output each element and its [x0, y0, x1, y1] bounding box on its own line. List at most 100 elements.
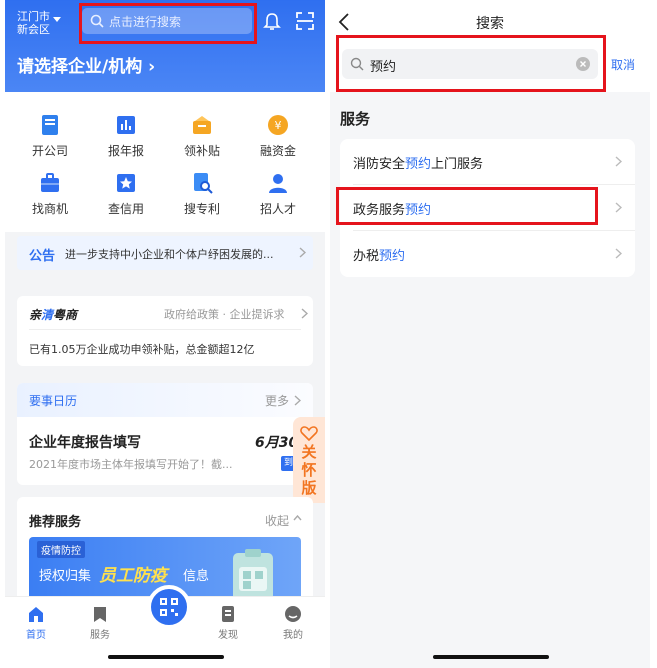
qr-code-icon: [160, 598, 178, 616]
more-link[interactable]: 更多: [265, 392, 289, 409]
tab-label: 首页: [26, 630, 46, 641]
grid-item-label: 搜专利: [183, 202, 220, 216]
title-part: 亲: [29, 308, 42, 322]
announcement-tag: 公告: [29, 249, 56, 264]
cancel-button[interactable]: 取消: [611, 56, 635, 73]
scan-code-button[interactable]: [147, 585, 191, 629]
result-text: 办税: [353, 249, 380, 264]
title-part: 清: [41, 308, 54, 322]
tab-label: 服务: [90, 630, 110, 641]
location-city[interactable]: 江门市: [17, 10, 50, 23]
result-keyword: 预约: [405, 157, 432, 172]
calendar-header: 要事日历 更多: [17, 383, 313, 417]
grid-item-label: 融资金: [259, 144, 296, 158]
grid-item-label: 报年报: [107, 144, 144, 158]
location-district[interactable]: 新会区: [17, 23, 50, 36]
annotation-highlight-box: [79, 3, 257, 44]
open-company-icon: [39, 114, 61, 136]
care-mode-label: 关怀版: [301, 443, 317, 497]
talent-icon: [267, 172, 289, 194]
result-item[interactable]: 办税预约: [340, 231, 635, 277]
tab-label: 发现: [218, 630, 238, 641]
home-indicator: [108, 655, 224, 659]
result-item[interactable]: 消防安全预约上门服务: [340, 139, 635, 185]
discover-icon: [219, 605, 237, 623]
result-title: 消防安全预约上门服务: [353, 153, 483, 172]
care-mode-button[interactable]: 关怀版: [293, 417, 325, 503]
banner-tag: 疫情防控: [37, 541, 85, 558]
svg-text:¥: ¥: [275, 119, 282, 132]
tab-service[interactable]: 服务: [80, 605, 120, 641]
banner-text: 授权归集: [39, 569, 92, 584]
banner-highlight: 员工防疫: [99, 566, 167, 586]
home-header: 江门市 新会区 点击进行搜索 请选择企业/机构 ›: [5, 0, 325, 92]
chevron-right-icon: [294, 395, 301, 406]
credit-icon: [115, 172, 137, 194]
chevron-right-icon: [615, 156, 622, 167]
quick-service-grid: 开公司 报年报 领补贴 ¥ 融资金 找商机 查信用 搜专利 招人才: [5, 92, 325, 232]
grid-item-finance[interactable]: ¥ 融资金: [243, 114, 313, 159]
annual-report-icon: [115, 114, 137, 136]
chevron-up-icon: [293, 515, 302, 521]
patent-icon: [191, 172, 213, 194]
card-subtitle: 政府给政策 · 企业提诉求: [164, 308, 285, 321]
search-header: 搜索 预约 取消: [330, 0, 650, 92]
calendar-item-desc: 2021年度市场主体年报填写开始了！截...: [29, 458, 233, 471]
tab-discover[interactable]: 发现: [208, 605, 248, 641]
grid-item-talent[interactable]: 招人才: [243, 172, 313, 217]
result-text: 消防安全: [353, 157, 406, 172]
tab-home[interactable]: 首页: [16, 605, 56, 641]
page-title: 搜索: [476, 16, 504, 32]
annotation-highlight-box: [336, 187, 598, 225]
caret-down-icon[interactable]: [53, 17, 61, 23]
announcement-text: 进一步支持中小企业和个体户纾困发展的...: [65, 248, 274, 261]
collapse-toggle[interactable]: 收起: [265, 512, 289, 529]
choose-organization-link[interactable]: 请选择企业/机构 ›: [17, 52, 155, 77]
calendar-card: 要事日历 更多 企业年度报告填写 6月30日 2021年度市场主体年报填写开始了…: [17, 383, 313, 485]
chevron-right-icon: [615, 248, 622, 259]
grid-item-open-company[interactable]: 开公司: [15, 114, 85, 159]
calendar-item-title[interactable]: 企业年度报告填写: [29, 432, 141, 452]
recommend-title: 推荐服务: [29, 515, 82, 530]
grid-item-patent[interactable]: 搜专利: [167, 172, 237, 217]
chevron-right-icon: [299, 247, 306, 258]
chevron-right-icon: [301, 308, 308, 319]
profile-icon: [284, 605, 302, 623]
card-body: 已有1.05万企业成功申领补贴，总金额超12亿: [29, 343, 255, 356]
grid-item-credit[interactable]: 查信用: [91, 172, 161, 217]
result-text: 上门服务: [431, 157, 484, 172]
tab-label: 我的: [283, 630, 303, 641]
card-title: 亲清粤商: [29, 306, 77, 323]
grid-item-label: 查信用: [107, 202, 144, 216]
section-title: 服务: [340, 110, 371, 128]
business-icon: [39, 172, 61, 194]
home-indicator: [433, 655, 549, 659]
grid-item-label: 招人才: [259, 202, 296, 216]
calendar-title: 要事日历: [29, 394, 78, 408]
grid-item-label: 找商机: [31, 202, 68, 216]
tab-profile[interactable]: 我的: [273, 605, 313, 641]
grid-item-annual-report[interactable]: 报年报: [91, 114, 161, 159]
back-arrow-icon[interactable]: [338, 13, 350, 31]
divider: [29, 329, 301, 330]
home-icon: [27, 605, 45, 623]
bell-icon[interactable]: [263, 12, 281, 32]
home-screen: 江门市 新会区 点击进行搜索 请选择企业/机构 › 开公司 报年报 领补贴 ¥ …: [5, 0, 325, 668]
result-keyword: 预约: [379, 249, 406, 264]
chevron-right-icon: [615, 202, 622, 213]
qinqing-yueshang-card[interactable]: 亲清粤商 政府给政策 · 企业提诉求 已有1.05万企业成功申领补贴，总金额超1…: [17, 296, 313, 366]
search-screen: 搜索 预约 取消 服务 消防安全预约上门服务 政务服务预约 办税预约: [330, 0, 650, 668]
grid-item-label: 开公司: [31, 144, 68, 158]
result-title: 办税预约: [353, 245, 405, 264]
banner-text: 信息: [183, 569, 210, 584]
grid-item-label: 领补贴: [183, 144, 220, 158]
scan-icon[interactable]: [296, 12, 314, 30]
grid-item-business[interactable]: 找商机: [15, 172, 85, 217]
subsidy-icon: [191, 114, 213, 136]
title-part: 粤商: [53, 308, 78, 322]
annotation-highlight-box: [336, 35, 606, 92]
announcement-bar[interactable]: 公告 进一步支持中小企业和个体户纾困发展的...: [17, 236, 313, 270]
service-icon: [91, 605, 109, 623]
grid-item-subsidy[interactable]: 领补贴: [167, 114, 237, 159]
finance-icon: ¥: [267, 114, 289, 136]
